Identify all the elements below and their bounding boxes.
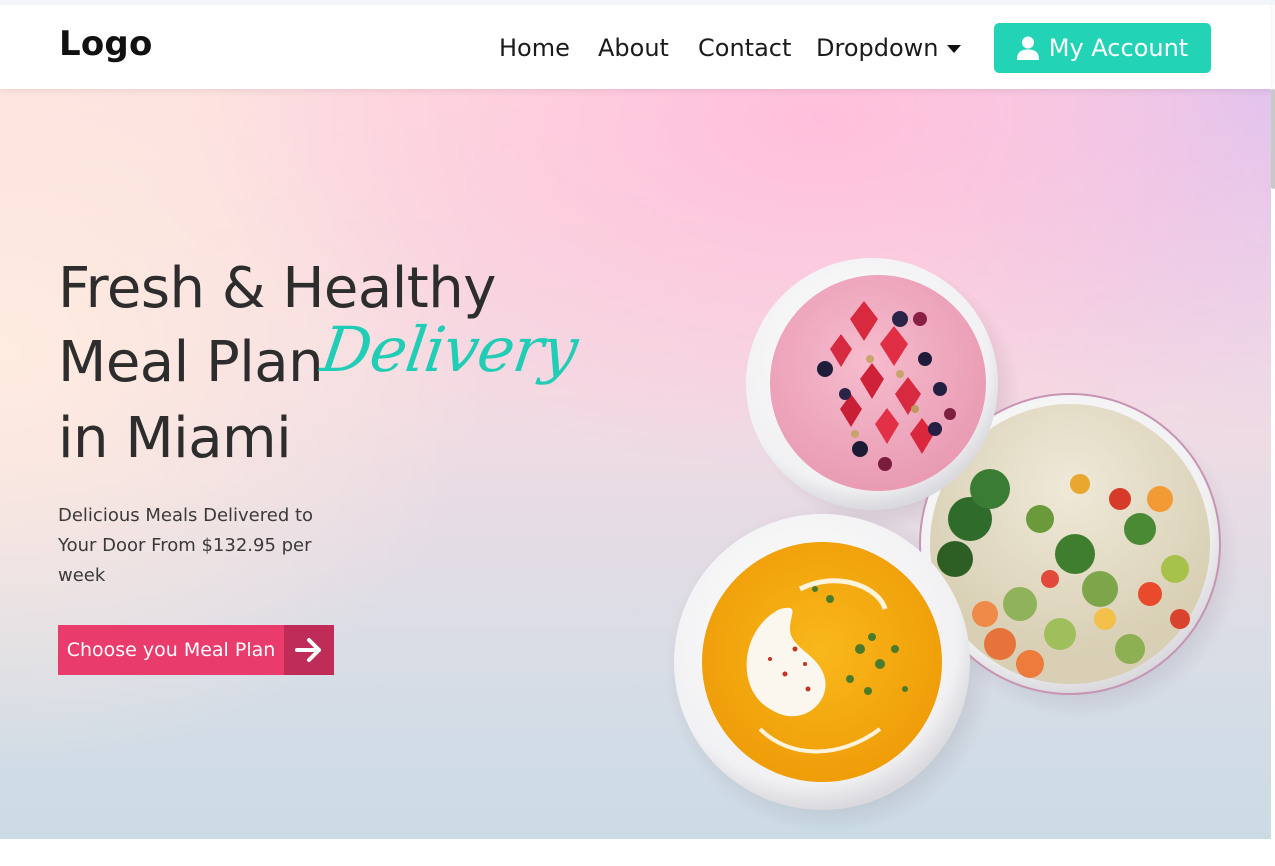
nav-contact[interactable]: Contact [698, 34, 791, 62]
nav-dropdown[interactable]: Dropdown [816, 34, 961, 62]
user-icon [1016, 36, 1039, 60]
nav-about[interactable]: About [598, 34, 669, 62]
meal-bowls-image [665, 258, 1240, 834]
scrollbar[interactable] [1271, 89, 1275, 189]
caret-down-icon [946, 45, 961, 53]
nav-dropdown-label: Dropdown [816, 34, 939, 62]
top-strip [0, 0, 1275, 5]
hero-section: Fresh & Healthy Meal Plan Delivery in Mi… [0, 89, 1271, 839]
my-account-label: My Account [1048, 34, 1189, 62]
logo[interactable]: Logo [59, 24, 153, 64]
site-header: Logo Home About Contact Dropdown My Acco… [0, 0, 1271, 89]
my-account-button[interactable]: My Account [994, 23, 1211, 73]
nav-home[interactable]: Home [499, 34, 570, 62]
